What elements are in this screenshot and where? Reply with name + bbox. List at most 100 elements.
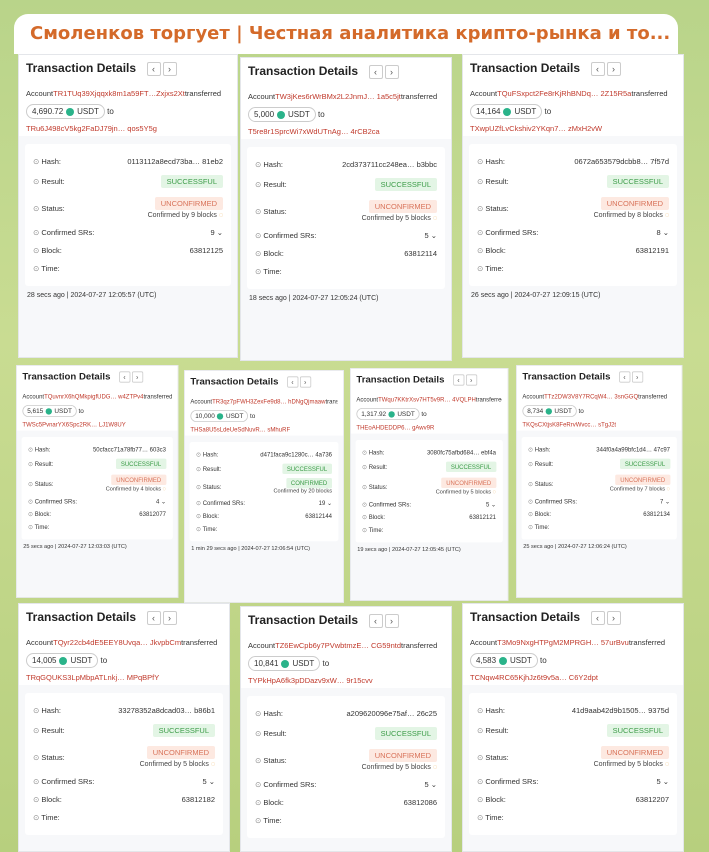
- account-label: Account: [470, 638, 498, 648]
- account-line: AccountTWqu7KKtrXsv7HT5v9R… 4VQLPHtransf…: [356, 396, 501, 403]
- next-arrow-icon[interactable]: ›: [162, 611, 177, 625]
- time-label: Time:: [33, 264, 59, 273]
- block-value[interactable]: 63812144: [305, 513, 332, 520]
- srs-dropdown[interactable]: 9 ⌄: [210, 228, 223, 237]
- loading-icon: ◌: [432, 215, 437, 223]
- srs-dropdown[interactable]: 5 ⌄: [424, 231, 437, 240]
- to-address[interactable]: THEoAHDEDDP6… gAwv9R: [356, 424, 501, 431]
- to-address[interactable]: TWSc5PvnarYX6Spc2RK… LJ1W8UY: [22, 421, 171, 428]
- prev-arrow-icon[interactable]: ‹: [286, 376, 298, 388]
- srs-dropdown[interactable]: 8 ⌄: [656, 228, 669, 237]
- next-arrow-icon[interactable]: ›: [131, 371, 143, 383]
- block-value[interactable]: 63812207: [636, 795, 669, 804]
- srs-dropdown[interactable]: 5 ⌄: [424, 780, 437, 789]
- usdt-coin-icon: [281, 660, 290, 669]
- srs-dropdown[interactable]: 5 ⌄: [202, 777, 215, 786]
- to-address[interactable]: THSa8U5sLdeUeSdNuvR… sMhuRF: [190, 426, 337, 433]
- srs-label: Confirmed SRs:: [33, 777, 94, 786]
- nav-arrows: ‹ ›: [590, 59, 623, 77]
- from-address[interactable]: TQyr22cb4dE5EEY8Uvqa… JkvpbCm: [53, 638, 181, 647]
- block-value[interactable]: 63812121: [469, 514, 496, 521]
- next-arrow-icon[interactable]: ›: [606, 62, 621, 76]
- result-row: Result: SUCCESSFUL: [255, 727, 437, 741]
- to-address[interactable]: TYPkHpA6fk3pDDazv9xW… 9r15cvv: [248, 676, 444, 685]
- hash-value[interactable]: 0113112a8ecd73ba… 81eb2: [127, 157, 223, 166]
- hash-value[interactable]: 50cfacc71a78fb77… 603c3: [93, 446, 166, 453]
- srs-dropdown[interactable]: 19 ⌄: [319, 500, 332, 507]
- block-value[interactable]: 63812191: [636, 246, 669, 255]
- result-badge: SUCCESSFUL: [446, 461, 496, 473]
- to-address[interactable]: TKQsCXtjsK8FeRrvWvcc… sTgJ2t: [522, 421, 675, 428]
- result-row: Result: SUCCESSFUL: [362, 461, 496, 473]
- status-badge: UNCONFIRMED: [368, 200, 437, 214]
- prev-arrow-icon[interactable]: ‹: [368, 65, 383, 79]
- next-arrow-icon[interactable]: ›: [162, 62, 177, 76]
- to-address[interactable]: TXwpUZfLvCkshiv2YKqn7… zMxH2vW: [470, 124, 676, 133]
- next-arrow-icon[interactable]: ›: [631, 371, 643, 383]
- status-badge: CONFIRMED: [286, 478, 332, 489]
- next-arrow-icon[interactable]: ›: [384, 65, 399, 79]
- srs-dropdown[interactable]: 5 ⌄: [486, 501, 496, 508]
- time-row: Time:: [255, 267, 437, 276]
- from-address[interactable]: TW3jKes6rWrBMx2L2JnmJ… 1a5c5jt: [275, 92, 401, 101]
- next-arrow-icon[interactable]: ›: [384, 614, 399, 628]
- hash-value[interactable]: 0672a653579dcbb8… 7f57d: [574, 157, 669, 166]
- from-address[interactable]: TZ6EwCpb6y7PVwbtmzE… CG59ntd: [275, 641, 401, 650]
- prev-arrow-icon[interactable]: ‹: [146, 611, 161, 625]
- card-header: Transaction Details ‹ › AccountT3Mo9NxgHT…: [463, 604, 683, 686]
- from-address[interactable]: TR3qz7pFWH3ZexFe9d8… hDNgQjmaaw: [212, 398, 325, 405]
- block-value[interactable]: 63812086: [404, 798, 437, 807]
- to-address[interactable]: T5re8r1SprcWi7xWdUTnAg… 4rCB2ca: [248, 127, 444, 136]
- next-arrow-icon[interactable]: ›: [606, 611, 621, 625]
- hash-value[interactable]: 3080fc75afbd684… ebf4a: [427, 449, 496, 456]
- hash-value[interactable]: a209620096e75af… 26c25: [347, 709, 438, 718]
- hash-value[interactable]: 344f0a4a99bfc1d4… 47c97: [596, 446, 670, 453]
- hash-row: Hash: 2cd373711cc248ea… b3bbc: [255, 160, 437, 169]
- token-symbol: USDT: [292, 659, 315, 669]
- usdt-coin-icon: [66, 108, 75, 117]
- from-address[interactable]: T3Mo9NxgHTPgM2MPRGH… 57urBvu: [497, 638, 629, 647]
- from-address[interactable]: TWqu7KKtrXsv7HT5v9R… 4VQLPH: [378, 396, 476, 403]
- block-row: Block: 63812114: [255, 249, 437, 258]
- from-address[interactable]: TTz2DW3V8Y7RCqW4… 3snGGQ: [544, 393, 638, 400]
- to-address[interactable]: TRu6J498cV5kg2FaDJ79jn… qos5Y5g: [26, 124, 230, 133]
- to-address[interactable]: TRqGQUKS3LpMbpATLnkj… MPqBPfY: [26, 673, 222, 682]
- srs-dropdown[interactable]: 7 ⌄: [660, 498, 670, 505]
- block-value[interactable]: 63812077: [139, 511, 166, 518]
- timestamp: 2024-07-27 12:05:24 (UTC): [292, 295, 379, 303]
- prev-arrow-icon[interactable]: ‹: [118, 371, 130, 383]
- prev-arrow-icon[interactable]: ‹: [590, 611, 605, 625]
- prev-arrow-icon[interactable]: ‹: [618, 371, 630, 383]
- prev-arrow-icon[interactable]: ‹: [146, 62, 161, 76]
- hash-value[interactable]: d471faca9c1280c… 4a736: [260, 451, 332, 458]
- transferred-label: transferred: [638, 393, 668, 401]
- to-address[interactable]: TCNqw4RC65KjhJz6t9v5a… C6Y2dpt: [470, 673, 676, 682]
- block-value[interactable]: 63812182: [182, 795, 215, 804]
- srs-value: 4: [155, 497, 160, 506]
- card-title: Transaction Details: [356, 373, 445, 385]
- block-value[interactable]: 63812114: [404, 249, 437, 258]
- from-address[interactable]: TQuFSxpct2Fe8rKjRhBNDq… 2Z15R5a: [497, 89, 631, 98]
- usdt-coin-icon: [545, 408, 553, 415]
- hash-value[interactable]: 33278352a8dcad03… b86b1: [118, 706, 215, 715]
- prev-arrow-icon[interactable]: ‹: [368, 614, 383, 628]
- block-value[interactable]: 63812125: [190, 246, 223, 255]
- result-row: Result: SUCCESSFUL: [477, 175, 669, 189]
- account-line: AccountTQuvnrX6hQMkpigfUDG… w4ZTPv4trans…: [22, 393, 171, 400]
- prev-arrow-icon[interactable]: ‹: [452, 374, 464, 386]
- next-arrow-icon[interactable]: ›: [465, 374, 477, 386]
- usdt-coin-icon: [45, 408, 53, 415]
- hash-value[interactable]: 2cd373711cc248ea… b3bbc: [342, 160, 437, 169]
- srs-dropdown[interactable]: 5 ⌄: [656, 777, 669, 786]
- block-value[interactable]: 63812134: [643, 511, 670, 518]
- from-address[interactable]: TR1TUq39Xjqqxk8m1a59FT…Zxjxs2Xt: [53, 89, 185, 98]
- status-block: UNCONFIRMED Confirmed by 5 blocks ◌: [362, 749, 437, 771]
- from-address[interactable]: TQuvnrX6hQMkpigfUDG… w4ZTPv4: [44, 393, 143, 400]
- srs-dropdown[interactable]: 4 ⌄: [156, 498, 166, 505]
- prev-arrow-icon[interactable]: ‹: [590, 62, 605, 76]
- amount-pill: 8,734 USDT: [522, 405, 577, 418]
- next-arrow-icon[interactable]: ›: [299, 376, 311, 388]
- hash-value[interactable]: 41d9aab42d9b1505… 9375d: [572, 706, 669, 715]
- amount-pill: 4,690.72 USDT: [26, 104, 105, 120]
- block-label: Block:: [477, 246, 505, 255]
